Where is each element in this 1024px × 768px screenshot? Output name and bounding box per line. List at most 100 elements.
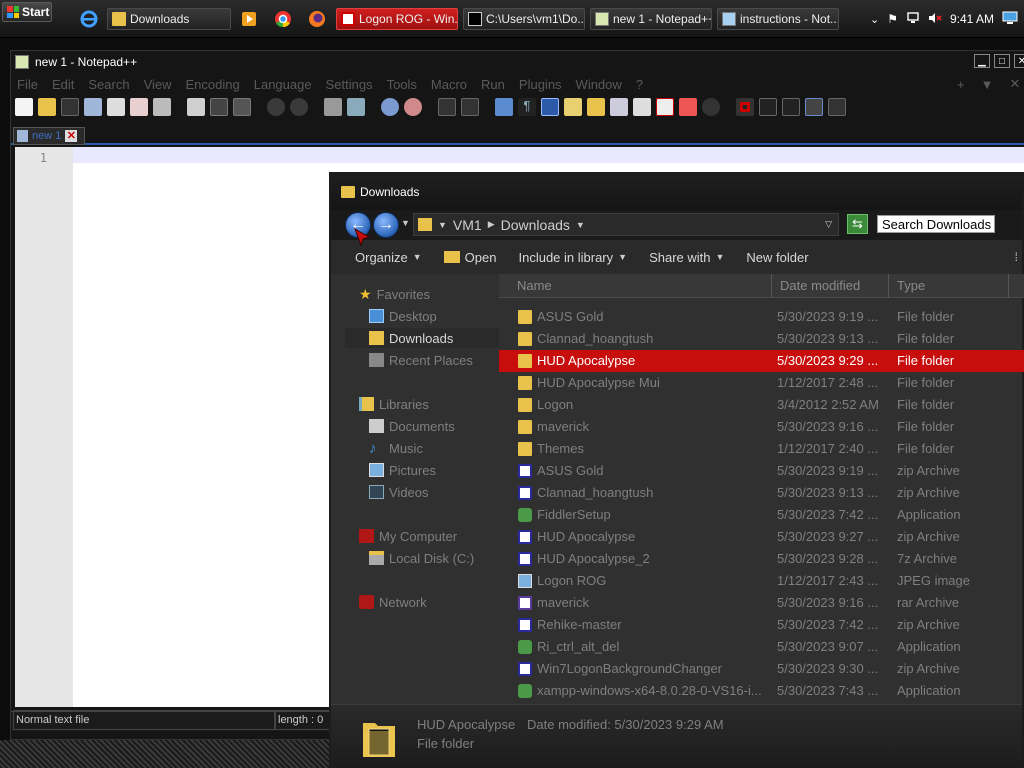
maximize-button[interactable]: □	[994, 54, 1010, 68]
file-row[interactable]: Ri_ctrl_alt_del 5/30/2023 9:07 ... Applica…	[499, 636, 1024, 658]
organize-button[interactable]: Organize ▼	[355, 250, 422, 265]
file-row[interactable]: Logon ROG 1/12/2017 2:43 ... JPEG image	[499, 570, 1024, 592]
open-file-icon[interactable]	[38, 98, 56, 116]
taskbar-button-instructions[interactable]: instructions - Not...	[717, 8, 839, 30]
close-doc-button[interactable]: ✕	[1010, 76, 1021, 92]
include-in-library-button[interactable]: Include in library ▼	[518, 250, 627, 265]
chrome-icon[interactable]	[272, 8, 294, 30]
run-macro-multiple-icon[interactable]	[805, 98, 823, 116]
forward-button[interactable]: →	[373, 212, 399, 238]
firefox-icon[interactable]	[306, 8, 328, 30]
recent-pages-chevron-icon[interactable]: ▼	[401, 218, 410, 228]
nav-pictures[interactable]: Pictures	[369, 460, 436, 480]
new-tab-button[interactable]: +	[957, 77, 965, 92]
start-button[interactable]: Start	[2, 2, 52, 22]
file-row[interactable]: Logon 3/4/2012 2:52 AM File folder	[499, 394, 1024, 416]
file-row[interactable]: maverick 5/30/2023 9:16 ... rar Archive	[499, 592, 1024, 614]
file-row[interactable]: ASUS Gold 5/30/2023 9:19 ... File folder	[499, 306, 1024, 328]
menu-window[interactable]: Window	[576, 77, 622, 92]
menu-edit[interactable]: Edit	[52, 77, 74, 92]
zoom-in-icon[interactable]	[381, 98, 399, 116]
show-desktop-icon[interactable]	[1002, 11, 1018, 28]
breadcrumb-downloads[interactable]: Downloads	[501, 217, 570, 233]
nav-desktop[interactable]: Desktop	[369, 306, 437, 326]
column-type[interactable]: Type	[889, 274, 1009, 298]
file-row[interactable]: Clannad_hoangtush 5/30/2023 9:13 ... File …	[499, 328, 1024, 350]
media-player-icon[interactable]	[238, 8, 260, 30]
menu-search[interactable]: Search	[88, 77, 129, 92]
address-history-chevron-icon[interactable]: ▽	[825, 219, 832, 230]
file-row[interactable]: maverick 5/30/2023 9:16 ... File folder	[499, 416, 1024, 438]
menu-run[interactable]: Run	[481, 77, 505, 92]
menu-plugins[interactable]: Plugins	[519, 77, 562, 92]
file-row[interactable]: Clannad_hoangtush 5/30/2023 9:13 ... zip A…	[499, 482, 1024, 504]
nav-network[interactable]: Network	[359, 592, 427, 612]
address-bar[interactable]: ▼ VM1 ▶ Downloads ▼ ▽	[413, 213, 839, 236]
menu-language[interactable]: Language	[254, 77, 312, 92]
file-row[interactable]: xampp-windows-x64-8.0.28-0-VS16-i... 5/30…	[499, 680, 1024, 702]
nav-libraries[interactable]: Libraries	[359, 394, 429, 414]
taskbar-button-cmd[interactable]: C:\Users\vm1\Do...	[463, 8, 585, 30]
menu-encoding[interactable]: Encoding	[186, 77, 240, 92]
nav-documents[interactable]: Documents	[369, 416, 455, 436]
taskbar-button-logon-rog[interactable]: Logon ROG - Win...	[336, 8, 458, 30]
taskbar-button-downloads[interactable]: Downloads	[107, 8, 231, 30]
start-recording-icon[interactable]	[736, 98, 754, 116]
search-input[interactable]: Search Downloads	[877, 215, 995, 233]
column-date-modified[interactable]: Date modified	[772, 274, 889, 298]
minimize-button[interactable]: ▁	[974, 54, 990, 68]
tab-new-1[interactable]: new 1 ✕	[13, 127, 85, 145]
nav-downloads[interactable]: Downloads	[345, 328, 499, 348]
breadcrumb-vm1[interactable]: VM1	[453, 217, 482, 233]
view-options-icon[interactable]: ⁞	[1015, 250, 1018, 264]
undo-icon[interactable]	[267, 98, 285, 116]
menu-help[interactable]: ?	[636, 77, 643, 92]
new-file-icon[interactable]	[15, 98, 33, 116]
new-folder-button[interactable]: New folder	[746, 250, 808, 265]
internet-explorer-icon[interactable]	[78, 8, 100, 30]
doc-map-icon[interactable]	[587, 98, 605, 116]
show-all-chars-icon[interactable]: ¶	[518, 98, 536, 116]
copy-icon[interactable]	[210, 98, 228, 116]
tab-close-icon[interactable]: ✕	[65, 130, 78, 142]
file-row[interactable]: Rehike-master 5/30/2023 7:42 ... zip Archi…	[499, 614, 1024, 636]
explorer-title-bar[interactable]: Downloads	[331, 174, 1022, 210]
cut-icon[interactable]	[187, 98, 205, 116]
chevron-down-icon[interactable]: ▶	[488, 219, 495, 230]
close-file-icon[interactable]	[107, 98, 125, 116]
menu-view[interactable]: View	[144, 77, 172, 92]
redo-icon[interactable]	[290, 98, 308, 116]
open-button[interactable]: Open	[443, 250, 496, 265]
menu-tools[interactable]: Tools	[387, 77, 417, 92]
nav-local-disk[interactable]: Local Disk (C:)	[369, 548, 474, 568]
stop-recording-icon[interactable]	[759, 98, 777, 116]
file-row[interactable]: FiddlerSetup 5/30/2023 7:42 ... Applicatio…	[499, 504, 1024, 526]
replace-icon[interactable]	[347, 98, 365, 116]
close-all-icon[interactable]	[130, 98, 148, 116]
action-center-flag-icon[interactable]: ⚑	[887, 12, 898, 26]
menu-settings[interactable]: Settings	[326, 77, 373, 92]
nav-recent-places[interactable]: Recent Places	[369, 350, 473, 370]
paste-icon[interactable]	[233, 98, 251, 116]
sync-vertical-icon[interactable]	[438, 98, 456, 116]
nav-music[interactable]: ♪ Music	[369, 438, 423, 458]
function-list-icon[interactable]	[610, 98, 628, 116]
save-icon[interactable]	[61, 98, 79, 116]
save-all-icon[interactable]	[84, 98, 102, 116]
file-row[interactable]: HUD Apocalypse_2 5/30/2023 9:28 ... 7z Arc…	[499, 548, 1024, 570]
share-with-button[interactable]: Share with ▼	[649, 250, 724, 265]
nav-videos[interactable]: Videos	[369, 482, 429, 502]
find-icon[interactable]	[324, 98, 342, 116]
file-row[interactable]: Themes 1/12/2017 2:40 ... File folder	[499, 438, 1024, 460]
word-wrap-icon[interactable]	[495, 98, 513, 116]
chevron-down-icon[interactable]: ▼	[438, 220, 447, 230]
file-row[interactable]: HUD Apocalypse 5/30/2023 9:27 ... zip Arch…	[499, 526, 1024, 548]
file-row[interactable]: Win7LogonBackgroundChanger 5/30/2023 9:30…	[499, 658, 1024, 680]
file-row[interactable]: HUD Apocalypse Mui 1/12/2017 2:48 ... File…	[499, 372, 1024, 394]
playback-icon[interactable]	[782, 98, 800, 116]
play-icon[interactable]	[702, 98, 720, 116]
clock[interactable]: 9:41 AM	[950, 12, 994, 26]
notepadpp-title-bar[interactable]: new 1 - Notepad++	[11, 51, 1024, 73]
monitoring-icon[interactable]	[656, 98, 674, 116]
file-row[interactable]: ASUS Gold 5/30/2023 9:19 ... zip Archive	[499, 460, 1024, 482]
